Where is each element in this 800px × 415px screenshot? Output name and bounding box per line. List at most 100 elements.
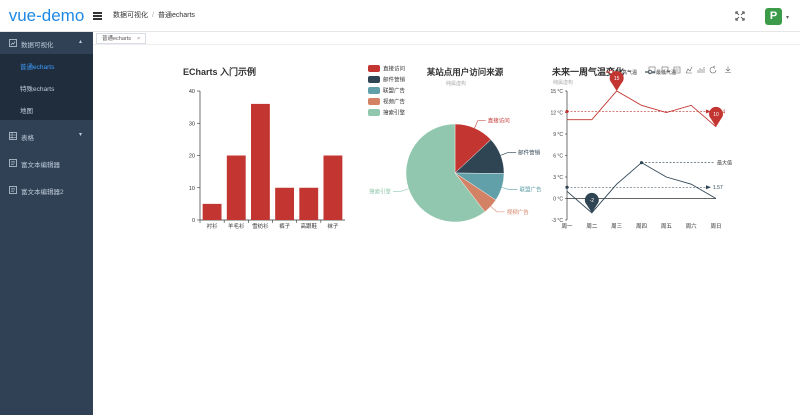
y-tick-label: 9 °C: [553, 132, 563, 138]
y-tick-label: 3 °C: [553, 175, 563, 181]
x-tick-label: 袜子: [327, 222, 339, 230]
x-tick-label: 雪纺衫: [252, 222, 269, 230]
chart-title: 某站点用户访问来源: [427, 67, 504, 77]
sidebar-item-special-echarts[interactable]: 特殊echarts: [0, 76, 93, 98]
line-chart-icon[interactable]: [685, 66, 693, 74]
breadcrumb-separator: /: [152, 12, 154, 19]
y-tick-label: 12 °C: [550, 111, 563, 117]
legend-swatch[interactable]: [368, 87, 380, 94]
x-tick-label: 裤子: [279, 222, 291, 230]
x-tick-label: 高跟鞋: [300, 222, 317, 230]
legend-label[interactable]: 联盟广告: [383, 87, 406, 95]
mark-point-label: -2: [590, 198, 595, 204]
fullscreen-icon[interactable]: [735, 11, 745, 21]
sidebar-toggle-icon[interactable]: [93, 12, 103, 20]
pie-label-line: [474, 120, 486, 129]
tab-normal-echarts[interactable]: 普通echarts ×: [96, 33, 147, 44]
y-tick-label: 40: [189, 89, 195, 95]
bar-3[interactable]: [275, 187, 295, 220]
tab-label: 普通echarts: [102, 36, 132, 42]
sidebar-item-data-visualization[interactable]: 数据可视化 ▴: [0, 32, 93, 54]
x-tick-label: 周日: [710, 223, 721, 230]
bar-0[interactable]: [202, 203, 222, 220]
chevron-up-icon: ▴: [78, 39, 82, 45]
pie-label-line: [393, 188, 409, 192]
legend-swatch[interactable]: [368, 65, 380, 72]
sidebar-item-rich-editor[interactable]: 富文本编辑器: [0, 152, 93, 174]
chart-subtitle: 纯属虚构: [553, 79, 573, 86]
save-image-icon[interactable]: [725, 66, 731, 73]
chevron-down-icon: ▾: [78, 132, 82, 138]
sidebar-item-rich-editor-2[interactable]: 富文本编辑器2: [0, 179, 93, 201]
sidebar-item-label: 普通echarts: [20, 64, 55, 71]
bar-chart-icon[interactable]: [697, 67, 705, 73]
pie-slice-label: 邮件营销: [518, 148, 541, 156]
y-tick-label: 0 °C: [553, 197, 563, 203]
pie-label-line: [490, 206, 505, 213]
legend-label[interactable]: 邮件营销: [383, 76, 406, 84]
y-tick-label: 30: [189, 121, 195, 127]
app-logo[interactable]: vue-demo: [0, 0, 93, 32]
tags-view: 普通echarts ×: [93, 32, 800, 45]
sidebar-item-map[interactable]: 地图: [0, 98, 93, 120]
chevron-down-icon[interactable]: ▾: [786, 14, 789, 21]
x-tick-label: 羊毛衫: [228, 222, 245, 230]
legend-label[interactable]: 视频广告: [383, 98, 406, 106]
bar-4[interactable]: [299, 187, 319, 220]
y-tick-label: 0: [192, 218, 195, 224]
sidebar-item-label: 富文本编辑器: [21, 162, 60, 169]
sidebar-item-label: 数据可视化: [21, 42, 54, 49]
x-tick-label: 周一: [561, 223, 573, 230]
bar-2[interactable]: [250, 103, 270, 220]
pie-label-line: [501, 187, 518, 191]
breadcrumb: 数据可视化 / 普通echarts: [113, 10, 195, 20]
close-icon[interactable]: ×: [137, 36, 140, 42]
sidebar-item-label: 地图: [20, 108, 33, 115]
mark-point-label: 15: [614, 76, 620, 82]
y-tick-label: 10: [189, 186, 195, 192]
bar-1[interactable]: [226, 155, 246, 221]
mark-point-label: 10: [713, 112, 719, 118]
pie-label-line: [500, 152, 517, 156]
sidebar-item-table[interactable]: 表格 ▾: [0, 125, 93, 147]
series-line-0[interactable]: [567, 90, 717, 128]
top-header: vue-demo 数据可视化 / 普通echarts P ▾: [0, 0, 800, 32]
breadcrumb-item-visualization[interactable]: 数据可视化: [113, 12, 148, 19]
restore-icon[interactable]: [709, 65, 717, 74]
breadcrumb-item-current: 普通echarts: [157, 12, 195, 19]
sidebar-item-label: 表格: [21, 135, 34, 142]
max-line-start: [639, 161, 644, 165]
average-line-arrow: [706, 185, 711, 190]
chart-subtitle: 纯属虚构: [446, 80, 466, 87]
x-tick-label: 衬衫: [207, 222, 219, 230]
legend-label[interactable]: 搜索引擎: [383, 109, 406, 117]
legend-swatch[interactable]: [368, 109, 380, 116]
line-chart: 未来一周气温变化 纯属虚构 最高气温 最低气温 -3 °C0 °C3 °C6 °…: [550, 65, 732, 230]
y-tick-label: 6 °C: [553, 154, 563, 160]
bar-5[interactable]: [323, 155, 343, 221]
sidebar-item-normal-echarts[interactable]: 普通echarts: [0, 54, 93, 76]
legend-swatch[interactable]: [368, 76, 380, 83]
bar-chart: ECharts 入门示例 0 10 20 30 40 衬衫 羊毛衫 雪纺衫 裤子 高跟鞋 袜子: [183, 66, 345, 230]
average-line-label: 1.57: [713, 185, 723, 191]
sidebar: 数据可视化 ▴ 普通echarts 特殊echarts 地图 表格 ▾ 富文本编…: [0, 32, 93, 415]
x-tick-label: 周二: [586, 223, 598, 230]
y-tick-label: 20: [189, 154, 195, 160]
x-tick-label: 周三: [611, 223, 623, 230]
pie-slice-label: 直接访问: [488, 117, 510, 125]
legend-label[interactable]: 直接访问: [383, 65, 405, 73]
table-icon: [9, 132, 17, 140]
legend-label[interactable]: 最低气温: [656, 69, 676, 76]
chart-icon: [9, 39, 17, 47]
average-line-start: [565, 185, 569, 189]
y-tick-label: 15 °C: [550, 89, 563, 95]
pie-chart: 某站点用户访问来源 纯属虚构 直接访问邮件营销联盟广告视频广告搜索引擎 直接访问…: [368, 65, 542, 223]
user-avatar[interactable]: P: [765, 8, 782, 25]
chart-title: ECharts 入门示例: [183, 66, 256, 77]
pie-slice-label: 联盟广告: [519, 186, 542, 194]
pie-slice-label: 搜索引擎: [369, 187, 392, 195]
pie-slice-label: 视频广告: [507, 208, 530, 216]
x-tick-label: 周六: [686, 222, 698, 230]
sidebar-item-label: 富文本编辑器2: [21, 189, 64, 196]
legend-swatch[interactable]: [368, 98, 380, 105]
